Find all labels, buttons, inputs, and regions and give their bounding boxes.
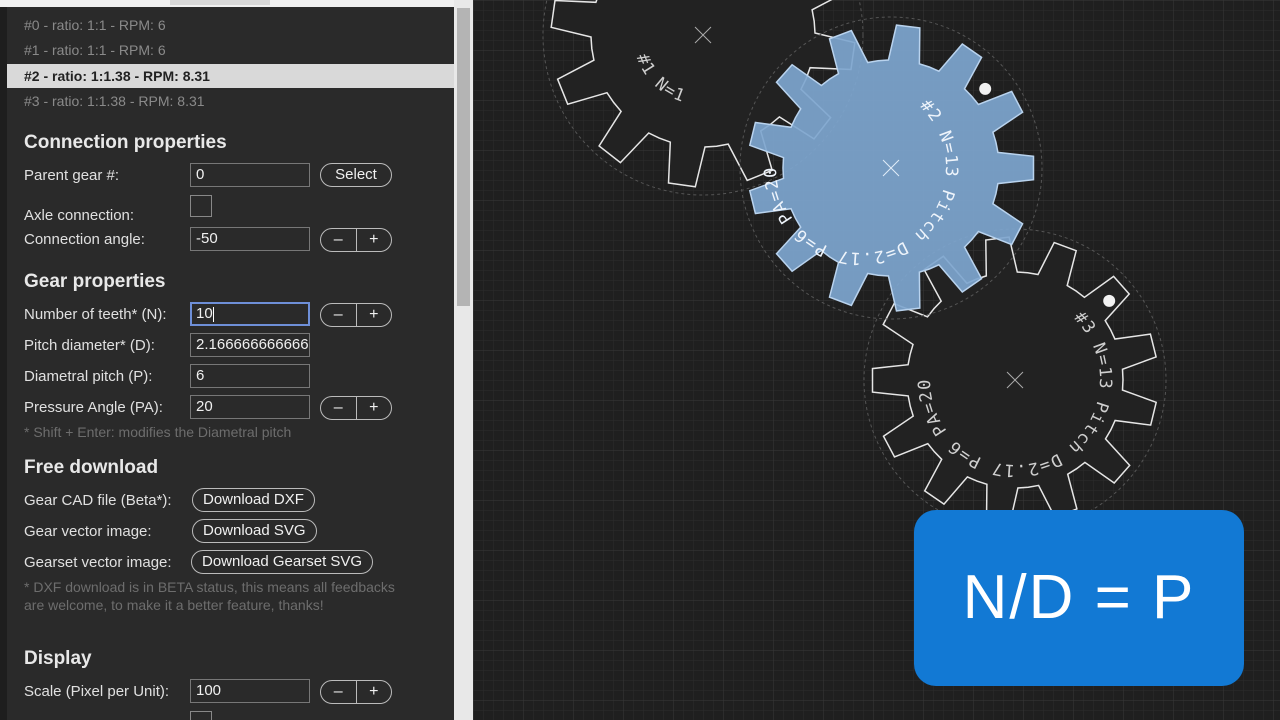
free-download-title: Free download	[24, 457, 159, 478]
dxf-beta-note: * DXF download is in BETA status, this m…	[24, 579, 395, 613]
scale-stepper: – +	[320, 680, 392, 704]
diametral-pitch-label: Diametral pitch (P):	[24, 368, 153, 385]
display-option-checkbox[interactable]	[190, 711, 212, 720]
display-title: Display	[24, 648, 92, 669]
gearset-vector-label: Gearset vector image:	[24, 554, 172, 571]
connection-angle-input[interactable]: -50	[190, 227, 310, 251]
select-parent-button[interactable]: Select	[320, 163, 392, 187]
scale-label: Scale (Pixel per Unit):	[24, 683, 170, 700]
connection-angle-label: Connection angle:	[24, 231, 145, 248]
download-svg-button[interactable]: Download SVG	[192, 519, 317, 543]
parent-gear-input[interactable]: 0	[190, 163, 310, 187]
gear-list-item-0[interactable]: #0 - ratio: 1:1 - RPM: 6	[7, 13, 454, 37]
pressure-angle-decrement-button[interactable]: –	[321, 397, 356, 419]
teeth-stepper: – +	[320, 303, 392, 327]
parent-gear-label: Parent gear #:	[24, 167, 120, 184]
panel-scrollbar-thumb[interactable]	[457, 8, 470, 306]
gear-list-item-1[interactable]: #1 - ratio: 1:1 - RPM: 6	[7, 38, 454, 62]
gear-vector-label: Gear vector image:	[24, 523, 152, 540]
pressure-angle-increment-button[interactable]: +	[355, 397, 392, 419]
diametral-pitch-note: * Shift + Enter: modifies the Diametral …	[24, 424, 292, 440]
gear-marker-dot	[979, 82, 992, 95]
connection-angle-decrement-button[interactable]: –	[321, 229, 356, 251]
axle-connection-label: Axle connection:	[24, 207, 135, 224]
teeth-value: 10	[196, 305, 213, 322]
formula-overlay: N/D = P	[914, 510, 1244, 686]
pressure-angle-input[interactable]: 20	[190, 395, 310, 419]
properties-panel: #0 - ratio: 1:1 - RPM: 6 #1 - ratio: 1:1…	[7, 7, 454, 720]
connection-angle-increment-button[interactable]: +	[355, 229, 392, 251]
pressure-angle-stepper: – +	[320, 396, 392, 420]
diametral-pitch-input[interactable]: 6	[190, 364, 310, 388]
connection-angle-stepper: – +	[320, 228, 392, 252]
pitch-diameter-input[interactable]: 2.1666666666666	[190, 333, 310, 357]
gear-list-item-3[interactable]: #3 - ratio: 1:1.38 - RPM: 8.31	[7, 89, 454, 113]
download-dxf-button[interactable]: Download DXF	[192, 488, 315, 512]
pressure-angle-label: Pressure Angle (PA):	[24, 399, 163, 416]
scale-decrement-button[interactable]: –	[321, 681, 356, 703]
teeth-decrement-button[interactable]: –	[321, 304, 356, 326]
teeth-label: Number of teeth* (N):	[24, 306, 167, 323]
window-tab	[170, 0, 270, 5]
gear-properties-title: Gear properties	[24, 271, 166, 292]
pitch-diameter-label: Pitch diameter* (D):	[24, 337, 155, 354]
download-gearset-svg-button[interactable]: Download Gearset SVG	[191, 550, 374, 574]
text-caret	[212, 306, 214, 322]
gear-marker-dot	[1103, 294, 1116, 307]
connection-properties-title: Connection properties	[24, 132, 227, 153]
panel-scrollbar[interactable]	[454, 0, 473, 720]
scale-input[interactable]: 100	[190, 679, 310, 703]
scale-increment-button[interactable]: +	[355, 681, 392, 703]
gear-list-item-2[interactable]: #2 - ratio: 1:1.38 - RPM: 8.31	[7, 64, 454, 88]
teeth-input[interactable]: 10	[190, 302, 310, 326]
gear-cad-label: Gear CAD file (Beta*):	[24, 492, 172, 509]
axle-connection-checkbox[interactable]	[190, 195, 212, 217]
teeth-increment-button[interactable]: +	[355, 304, 392, 326]
